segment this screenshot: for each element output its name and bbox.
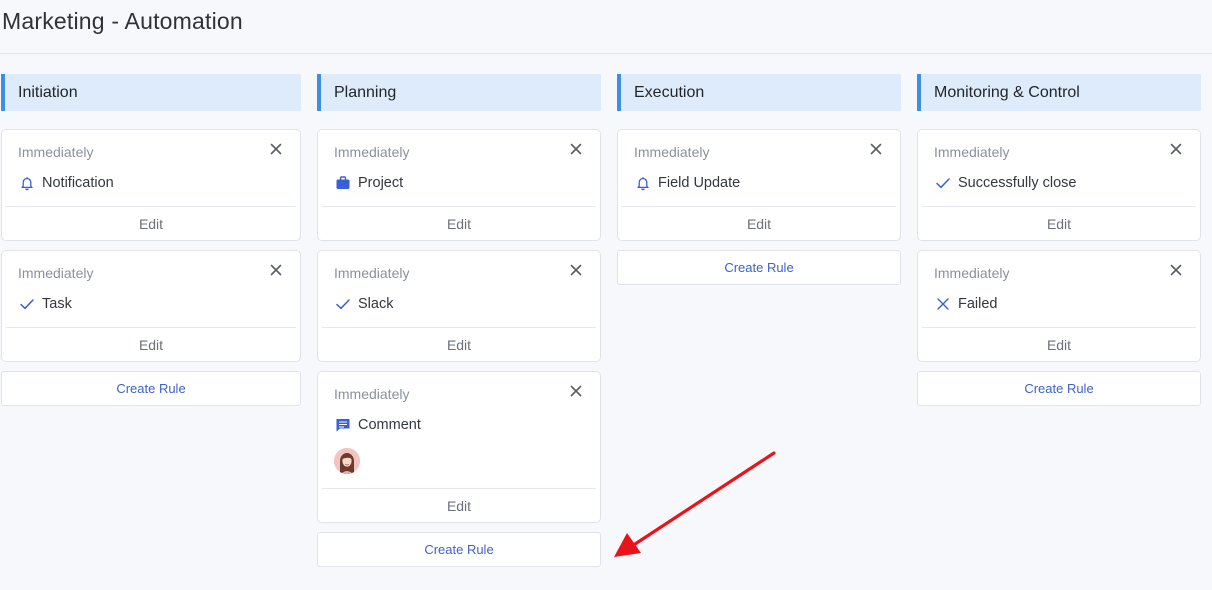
create-rule-button[interactable]: Create Rule [617, 250, 901, 285]
close-icon[interactable] [1169, 142, 1183, 156]
rule-card: Immediately Failed Edit [917, 250, 1201, 362]
column-header: Monitoring & Control [917, 74, 1201, 111]
check-icon [19, 296, 35, 312]
rule-card: Immediately Slack Edit [317, 250, 601, 362]
rule-action: Slack [334, 295, 584, 313]
rule-action-label: Notification [42, 175, 114, 191]
rule-action-label: Failed [958, 296, 998, 312]
rule-card: Immediately Field Update Edit [617, 129, 901, 241]
rule-timing: Immediately [934, 265, 1010, 281]
edit-button[interactable]: Edit [922, 327, 1196, 361]
check-icon [935, 175, 951, 191]
close-icon[interactable] [269, 263, 283, 277]
rule-action: Project [334, 174, 584, 192]
rule-card: Immediately Notification Edit [1, 129, 301, 241]
rule-action-label: Successfully close [958, 175, 1077, 191]
rule-action-label: Slack [358, 296, 394, 312]
rule-card: Immediately Comment Edit [317, 371, 601, 523]
x-icon [935, 296, 951, 312]
bell-icon [635, 175, 651, 191]
close-icon[interactable] [1169, 263, 1183, 277]
column-initiation: Initiation Immediately Notification Edit… [1, 74, 301, 406]
column-header: Planning [317, 74, 601, 111]
rule-card: Immediately Project Edit [317, 129, 601, 241]
rule-timing: Immediately [18, 144, 94, 160]
edit-button[interactable]: Edit [322, 206, 596, 240]
comment-icon [335, 417, 351, 433]
avatar[interactable] [334, 448, 360, 474]
rule-timing: Immediately [18, 265, 94, 281]
rule-card: Immediately Successfully close Edit [917, 129, 1201, 241]
close-icon[interactable] [569, 142, 583, 156]
edit-button[interactable]: Edit [622, 206, 896, 240]
rule-action-label: Comment [358, 417, 421, 433]
rule-action-label: Project [358, 175, 404, 191]
create-rule-button[interactable]: Create Rule [1, 371, 301, 406]
page-header: Marketing - Automation [0, 0, 1212, 54]
close-icon[interactable] [569, 384, 583, 398]
column-execution: Execution Immediately Field Update Edit … [617, 74, 901, 285]
rule-timing: Immediately [334, 144, 410, 160]
bell-icon [19, 175, 35, 191]
column-monitoring-control: Monitoring & Control Immediately Success… [917, 74, 1201, 406]
edit-button[interactable]: Edit [6, 327, 296, 361]
close-icon[interactable] [269, 142, 283, 156]
page-title: Marketing - Automation [2, 8, 243, 34]
rule-action: Field Update [634, 174, 884, 192]
rule-card: Immediately Task Edit [1, 250, 301, 362]
rule-action: Notification [18, 174, 284, 192]
rule-timing: Immediately [634, 144, 710, 160]
briefcase-icon [335, 175, 351, 191]
create-rule-button[interactable]: Create Rule [317, 532, 601, 567]
rule-action: Successfully close [934, 174, 1184, 192]
edit-button[interactable]: Edit [322, 488, 596, 522]
rule-action-label: Field Update [658, 175, 741, 191]
close-icon[interactable] [569, 263, 583, 277]
rule-timing: Immediately [334, 265, 410, 281]
check-icon [335, 296, 351, 312]
rule-action: Failed [934, 295, 1184, 313]
column-header: Execution [617, 74, 901, 111]
rule-timing: Immediately [334, 386, 410, 402]
automation-board: Initiation Immediately Notification Edit… [0, 74, 1212, 590]
column-planning: Planning Immediately Project Edit Immedi… [317, 74, 601, 567]
edit-button[interactable]: Edit [922, 206, 1196, 240]
create-rule-button[interactable]: Create Rule [917, 371, 1201, 406]
close-icon[interactable] [869, 142, 883, 156]
rule-timing: Immediately [934, 144, 1010, 160]
rule-action: Comment [334, 416, 584, 434]
edit-button[interactable]: Edit [322, 327, 596, 361]
column-header: Initiation [1, 74, 301, 111]
edit-button[interactable]: Edit [6, 206, 296, 240]
rule-action-label: Task [42, 296, 72, 312]
rule-action: Task [18, 295, 284, 313]
